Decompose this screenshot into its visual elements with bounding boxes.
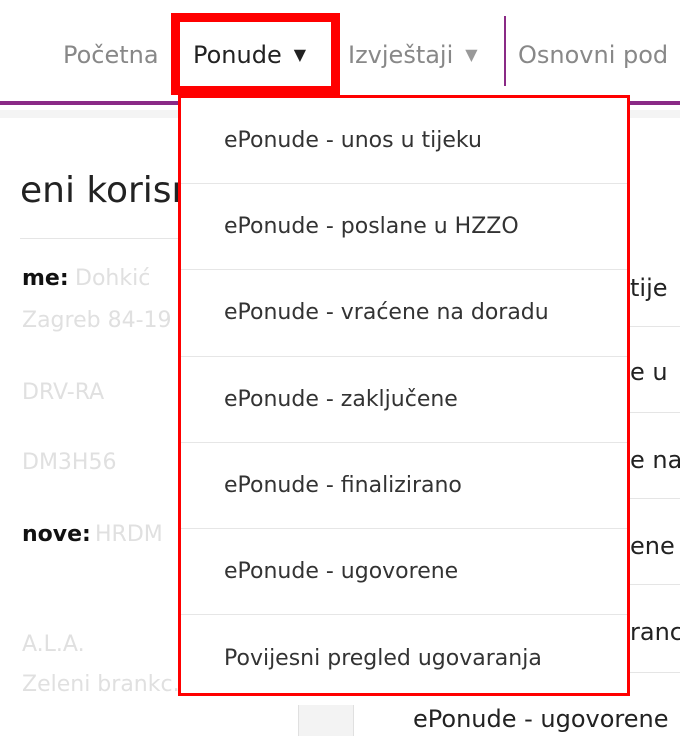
nav-home[interactable]: Početna (63, 41, 159, 69)
faded-value: A.L.A. (22, 632, 85, 657)
list-item-partial: ene (630, 532, 675, 560)
menu-item-eponude-vracene[interactable]: ePonude - vraćene na doradu (181, 270, 627, 357)
divider (630, 584, 680, 585)
divider (630, 498, 680, 499)
divider (20, 238, 180, 239)
menu-item-eponude-poslane[interactable]: ePonude - poslane u HZZO (181, 184, 627, 271)
list-item-partial: e na (630, 446, 680, 474)
field-label-nove: nove: (22, 522, 91, 547)
nav-reports-label: Izvještaji (348, 41, 454, 69)
faded-value: HRDM (95, 522, 163, 547)
menu-item-povijesni-pregled[interactable]: Povijesni pregled ugovaranja (181, 615, 627, 701)
top-navbar: Početna Ponude ▼ Izvještaji ▼ Osnovni pod (0, 0, 680, 106)
divider (630, 326, 680, 327)
faded-value: Dohkić (75, 266, 151, 291)
list-item-partial: tije (630, 274, 668, 302)
nav-divider (504, 16, 506, 86)
menu-item-eponude-unos[interactable]: ePonude - unos u tijeku (181, 98, 627, 185)
menu-item-eponude-finalizirano[interactable]: ePonude - finalizirano (181, 443, 627, 529)
menu-item-eponude-ugovorene[interactable]: ePonude - ugovorene (181, 529, 627, 616)
faded-value: DM3H56 (22, 450, 117, 475)
field-label-name: me: (22, 266, 69, 291)
offers-dropdown-menu: ePonude - unos u tijeku ePonude - poslan… (178, 95, 630, 696)
menu-item-eponude-zakljucene[interactable]: ePonude - zaključene (181, 357, 627, 443)
table-cell (298, 705, 354, 736)
page-title: eni korisn (20, 170, 195, 211)
divider (630, 672, 680, 673)
nav-basic-data[interactable]: Osnovni pod (518, 41, 668, 69)
caret-down-icon: ▼ (465, 45, 478, 64)
list-item-ugovorene[interactable]: ePonude - ugovorene (413, 705, 669, 733)
faded-value: Zeleni brankc... (22, 672, 194, 697)
nav-reports-dropdown-toggle[interactable]: Izvještaji ▼ (348, 41, 478, 69)
list-item-partial: ranc (630, 618, 680, 646)
list-item-partial: e u (630, 358, 668, 386)
faded-value: Zagreb 84-19 (22, 308, 172, 333)
highlight-box (171, 13, 340, 95)
divider (630, 412, 680, 413)
faded-value: DRV-RA (22, 380, 105, 405)
